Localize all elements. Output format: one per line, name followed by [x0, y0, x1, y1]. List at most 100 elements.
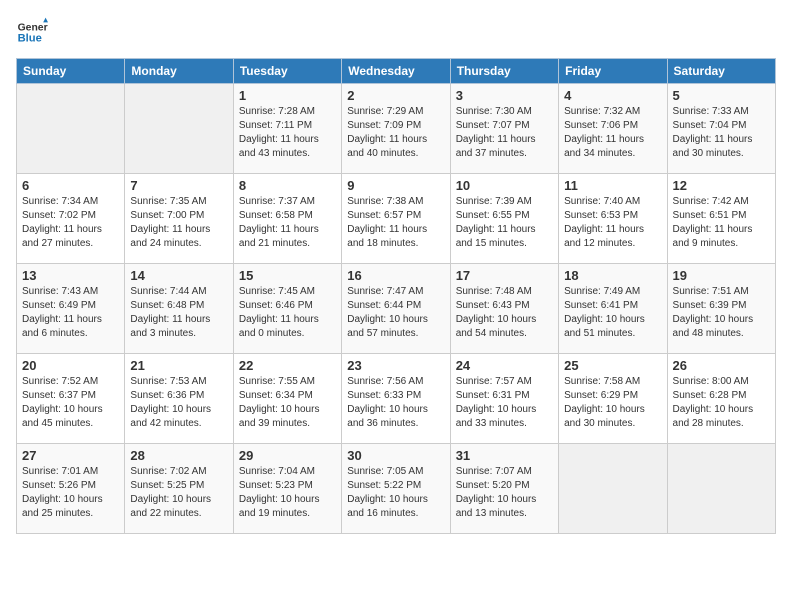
calendar-cell: 20 Sunrise: 7:52 AM Sunset: 6:37 PM Dayli…	[17, 354, 125, 444]
day-number: 26	[673, 358, 770, 373]
calendar-cell: 11 Sunrise: 7:40 AM Sunset: 6:53 PM Dayli…	[559, 174, 667, 264]
day-number: 15	[239, 268, 336, 283]
calendar-cell	[17, 84, 125, 174]
day-number: 20	[22, 358, 119, 373]
day-number: 23	[347, 358, 444, 373]
day-info: Sunrise: 7:43 AM Sunset: 6:49 PM Dayligh…	[22, 285, 119, 341]
calendar-cell: 16 Sunrise: 7:47 AM Sunset: 6:44 PM Dayli…	[342, 264, 450, 354]
day-number: 28	[130, 448, 227, 463]
calendar-cell: 5 Sunrise: 7:33 AM Sunset: 7:04 PM Daylig…	[667, 84, 775, 174]
calendar-cell: 14Sunrise: 7:44 AM Sunset: 6:48 PM Dayli…	[125, 264, 233, 354]
calendar-cell: 30 Sunrise: 7:05 AM Sunset: 5:22 PM Dayli…	[342, 444, 450, 534]
day-info: Sunrise: 7:48 AM Sunset: 6:43 PM Dayligh…	[456, 285, 553, 341]
day-number: 30	[347, 448, 444, 463]
day-number: 6	[22, 178, 119, 193]
day-number: 13	[22, 268, 119, 283]
day-info: Sunrise: 7:29 AM Sunset: 7:09 PM Dayligh…	[347, 105, 444, 161]
day-info: Sunrise: 7:45 AM Sunset: 6:46 PM Dayligh…	[239, 285, 336, 341]
day-number: 17	[456, 268, 553, 283]
calendar-cell: 25Sunrise: 7:58 AM Sunset: 6:29 PM Dayli…	[559, 354, 667, 444]
logo: General Blue	[16, 16, 48, 48]
day-number: 22	[239, 358, 336, 373]
day-info: Sunrise: 7:32 AM Sunset: 7:06 PM Dayligh…	[564, 105, 661, 161]
day-number: 11	[564, 178, 661, 193]
day-info: Sunrise: 7:57 AM Sunset: 6:31 PM Dayligh…	[456, 375, 553, 431]
day-number: 7	[130, 178, 227, 193]
day-info: Sunrise: 7:37 AM Sunset: 6:58 PM Dayligh…	[239, 195, 336, 251]
page-header: General Blue	[16, 16, 776, 48]
day-info: Sunrise: 7:47 AM Sunset: 6:44 PM Dayligh…	[347, 285, 444, 341]
day-info: Sunrise: 7:02 AM Sunset: 5:25 PM Dayligh…	[130, 465, 227, 521]
day-info: Sunrise: 7:51 AM Sunset: 6:39 PM Dayligh…	[673, 285, 770, 341]
calendar-cell: 8 Sunrise: 7:37 AM Sunset: 6:58 PM Daylig…	[233, 174, 341, 264]
day-info: Sunrise: 7:34 AM Sunset: 7:02 PM Dayligh…	[22, 195, 119, 251]
calendar-cell: 29Sunrise: 7:04 AM Sunset: 5:23 PM Dayli…	[233, 444, 341, 534]
day-number: 21	[130, 358, 227, 373]
day-number: 8	[239, 178, 336, 193]
calendar-cell	[667, 444, 775, 534]
day-info: Sunrise: 7:44 AM Sunset: 6:48 PM Dayligh…	[130, 285, 227, 341]
day-number: 1	[239, 88, 336, 103]
calendar-cell: 24Sunrise: 7:57 AM Sunset: 6:31 PM Dayli…	[450, 354, 558, 444]
calendar-cell: 26 Sunrise: 8:00 AM Sunset: 6:28 PM Dayli…	[667, 354, 775, 444]
day-number: 16	[347, 268, 444, 283]
day-info: Sunrise: 7:01 AM Sunset: 5:26 PM Dayligh…	[22, 465, 119, 521]
day-info: Sunrise: 7:39 AM Sunset: 6:55 PM Dayligh…	[456, 195, 553, 251]
weekday-header-thursday: Thursday	[450, 59, 558, 84]
day-info: Sunrise: 7:33 AM Sunset: 7:04 PM Dayligh…	[673, 105, 770, 161]
calendar-cell: 23 Sunrise: 7:56 AM Sunset: 6:33 PM Dayli…	[342, 354, 450, 444]
day-number: 3	[456, 88, 553, 103]
day-number: 2	[347, 88, 444, 103]
calendar-cell: 3 Sunrise: 7:30 AM Sunset: 7:07 PM Daylig…	[450, 84, 558, 174]
weekday-header-friday: Friday	[559, 59, 667, 84]
svg-text:Blue: Blue	[18, 33, 42, 45]
calendar-cell: 13 Sunrise: 7:43 AM Sunset: 6:49 PM Dayli…	[17, 264, 125, 354]
day-number: 18	[564, 268, 661, 283]
day-info: Sunrise: 7:38 AM Sunset: 6:57 PM Dayligh…	[347, 195, 444, 251]
calendar-cell: 15 Sunrise: 7:45 AM Sunset: 6:46 PM Dayli…	[233, 264, 341, 354]
day-info: Sunrise: 7:52 AM Sunset: 6:37 PM Dayligh…	[22, 375, 119, 431]
day-number: 31	[456, 448, 553, 463]
day-info: Sunrise: 8:00 AM Sunset: 6:28 PM Dayligh…	[673, 375, 770, 431]
day-number: 5	[673, 88, 770, 103]
day-info: Sunrise: 7:05 AM Sunset: 5:22 PM Dayligh…	[347, 465, 444, 521]
calendar-cell: 21 Sunrise: 7:53 AM Sunset: 6:36 PM Dayli…	[125, 354, 233, 444]
calendar-cell: 2 Sunrise: 7:29 AM Sunset: 7:09 PM Daylig…	[342, 84, 450, 174]
calendar-cell: 6 Sunrise: 7:34 AM Sunset: 7:02 PM Daylig…	[17, 174, 125, 264]
day-info: Sunrise: 7:55 AM Sunset: 6:34 PM Dayligh…	[239, 375, 336, 431]
calendar-cell: 7 Sunrise: 7:35 AM Sunset: 7:00 PM Daylig…	[125, 174, 233, 264]
calendar-cell: 18 Sunrise: 7:49 AM Sunset: 6:41 PM Dayli…	[559, 264, 667, 354]
day-info: Sunrise: 7:49 AM Sunset: 6:41 PM Dayligh…	[564, 285, 661, 341]
day-info: Sunrise: 7:35 AM Sunset: 7:00 PM Dayligh…	[130, 195, 227, 251]
day-number: 9	[347, 178, 444, 193]
calendar-cell	[559, 444, 667, 534]
calendar-cell: 17 Sunrise: 7:48 AM Sunset: 6:43 PM Dayli…	[450, 264, 558, 354]
calendar-cell: 22 Sunrise: 7:55 AM Sunset: 6:34 PM Dayli…	[233, 354, 341, 444]
weekday-header-monday: Monday	[125, 59, 233, 84]
calendar-cell: 10 Sunrise: 7:39 AM Sunset: 6:55 PM Dayli…	[450, 174, 558, 264]
calendar-cell	[125, 84, 233, 174]
calendar-cell: 28 Sunrise: 7:02 AM Sunset: 5:25 PM Dayli…	[125, 444, 233, 534]
calendar-cell: 12Sunrise: 7:42 AM Sunset: 6:51 PM Dayli…	[667, 174, 775, 264]
day-info: Sunrise: 7:40 AM Sunset: 6:53 PM Dayligh…	[564, 195, 661, 251]
weekday-header-sunday: Sunday	[17, 59, 125, 84]
calendar-cell: 1 Sunrise: 7:28 AM Sunset: 7:11 PM Daylig…	[233, 84, 341, 174]
logo-icon: General Blue	[16, 16, 48, 48]
day-info: Sunrise: 7:56 AM Sunset: 6:33 PM Dayligh…	[347, 375, 444, 431]
calendar-cell: 19 Sunrise: 7:51 AM Sunset: 6:39 PM Dayli…	[667, 264, 775, 354]
day-info: Sunrise: 7:30 AM Sunset: 7:07 PM Dayligh…	[456, 105, 553, 161]
weekday-header-tuesday: Tuesday	[233, 59, 341, 84]
calendar-cell: 4 Sunrise: 7:32 AM Sunset: 7:06 PM Daylig…	[559, 84, 667, 174]
day-number: 4	[564, 88, 661, 103]
day-info: Sunrise: 7:04 AM Sunset: 5:23 PM Dayligh…	[239, 465, 336, 521]
day-number: 25	[564, 358, 661, 373]
day-number: 10	[456, 178, 553, 193]
day-info: Sunrise: 7:28 AM Sunset: 7:11 PM Dayligh…	[239, 105, 336, 161]
day-info: Sunrise: 7:07 AM Sunset: 5:20 PM Dayligh…	[456, 465, 553, 521]
day-info: Sunrise: 7:53 AM Sunset: 6:36 PM Dayligh…	[130, 375, 227, 431]
calendar-cell: 9 Sunrise: 7:38 AM Sunset: 6:57 PM Daylig…	[342, 174, 450, 264]
weekday-header-saturday: Saturday	[667, 59, 775, 84]
day-number: 12	[673, 178, 770, 193]
day-number: 19	[673, 268, 770, 283]
calendar-table: SundayMondayTuesdayWednesdayThursdayFrid…	[16, 58, 776, 534]
